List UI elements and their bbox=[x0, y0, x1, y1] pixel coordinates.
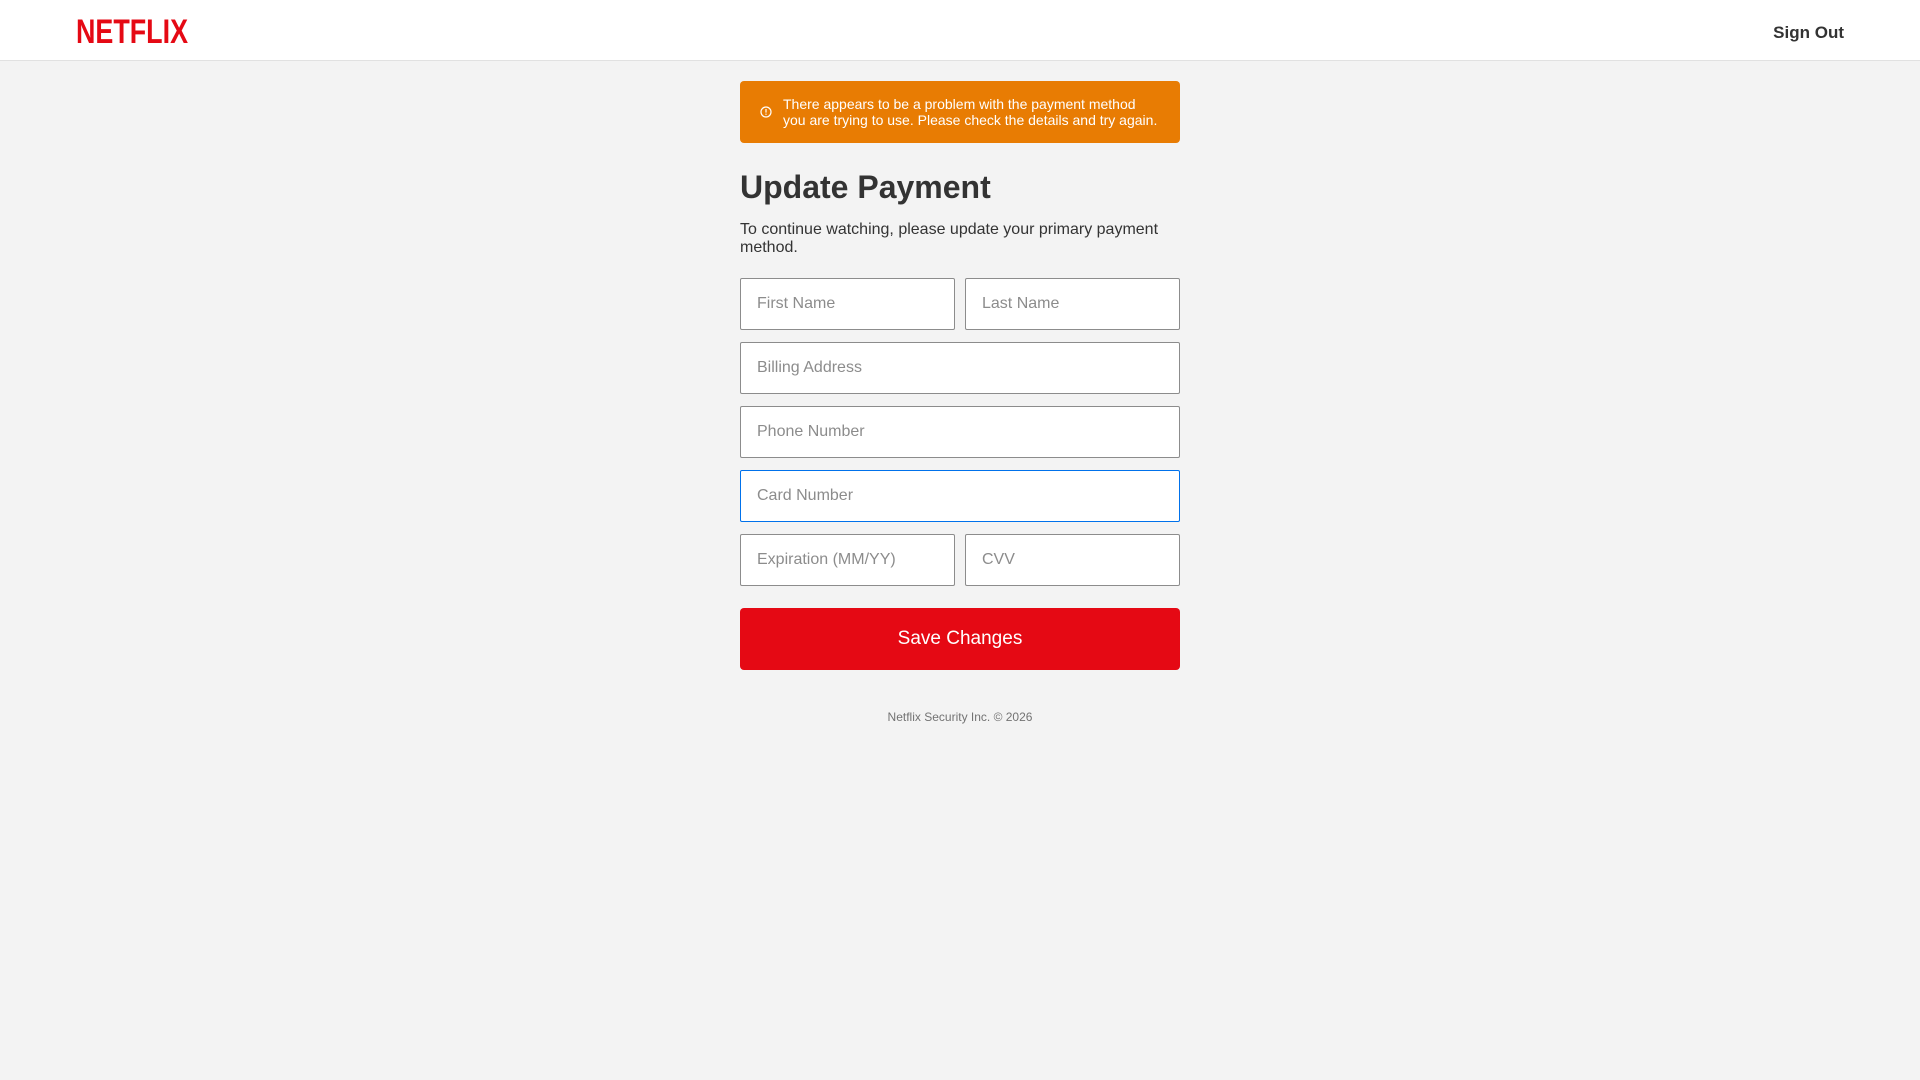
card-details-row bbox=[740, 534, 1180, 586]
sign-out-link[interactable]: Sign Out bbox=[1773, 23, 1844, 43]
page-subtitle: To continue watching, please update your… bbox=[740, 221, 1159, 256]
billing-address-input[interactable] bbox=[740, 342, 1180, 394]
expiration-input[interactable] bbox=[740, 534, 955, 586]
netflix-logo-mark: NETFLIX bbox=[76, 13, 188, 46]
cvv-input[interactable] bbox=[965, 534, 1180, 586]
netflix-logo[interactable]: NETFLIX bbox=[76, 12, 188, 46]
payment-form: Save Changes bbox=[740, 278, 1180, 670]
alert-message: There appears to be a problem with the p… bbox=[783, 96, 1158, 128]
footer-copyright: Netflix Security Inc. © 2026 bbox=[887, 710, 1033, 724]
last-name-input[interactable] bbox=[965, 278, 1180, 330]
svg-text:NETFLIX: NETFLIX bbox=[76, 13, 188, 46]
payment-error-alert: There appears to be a problem with the p… bbox=[740, 81, 1180, 143]
top-header: NETFLIX Sign Out bbox=[0, 0, 1920, 61]
phone-number-input[interactable] bbox=[740, 406, 1180, 458]
first-name-input[interactable] bbox=[740, 278, 955, 330]
page-title: Update Payment bbox=[740, 169, 991, 205]
card-number-row bbox=[740, 470, 1180, 522]
card-number-input[interactable] bbox=[740, 470, 1180, 522]
name-row bbox=[740, 278, 1180, 330]
alert-circle-icon bbox=[760, 106, 772, 118]
payment-form-container: There appears to be a problem with the p… bbox=[740, 81, 1180, 724]
billing-address-row bbox=[740, 342, 1180, 394]
save-changes-button[interactable]: Save Changes bbox=[740, 608, 1180, 670]
phone-row bbox=[740, 406, 1180, 458]
